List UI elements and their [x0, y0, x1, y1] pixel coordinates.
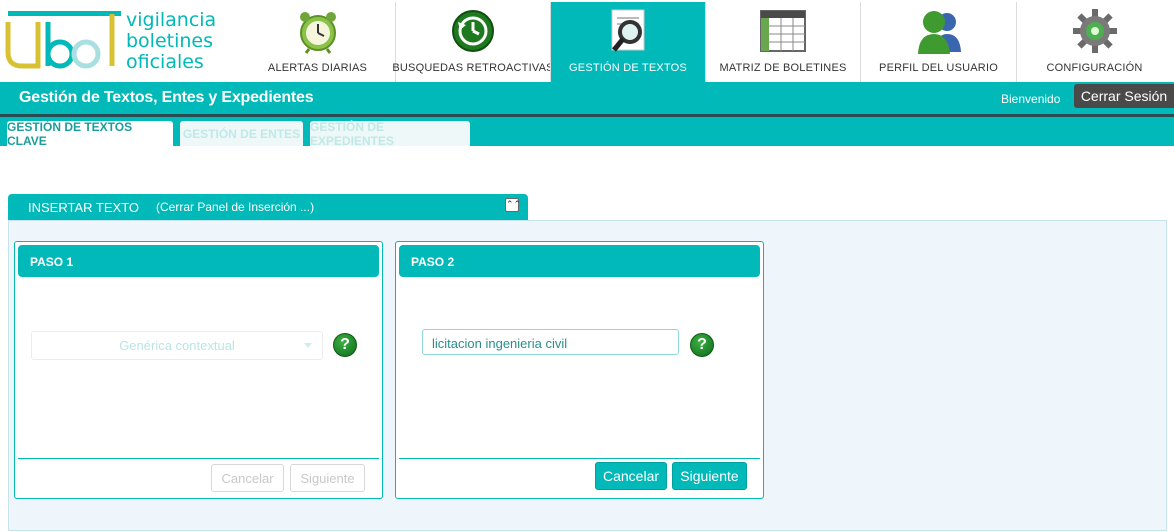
- step-2-title: PASO 2: [399, 245, 760, 277]
- logo-mark: vigilancia boletines oficiales: [5, 9, 216, 73]
- nav-busquedas-retroactivas[interactable]: BUSQUEDAS RETROACTIVAS: [392, 2, 554, 82]
- nav-label: ALERTAS DIARIAS: [267, 62, 368, 74]
- next-button[interactable]: Siguiente: [672, 462, 747, 490]
- logo-text-3: oficiales: [126, 51, 204, 73]
- divider: [18, 458, 379, 459]
- text-type-select: Genérica contextual: [31, 331, 323, 360]
- alarm-clock-icon: [299, 12, 336, 54]
- nav-label: PERFIL DEL USUARIO: [879, 62, 998, 74]
- gear-icon: [1072, 9, 1117, 53]
- users-icon: [917, 11, 961, 54]
- history-icon: [452, 10, 494, 52]
- logo-text-2: boletines: [126, 30, 213, 52]
- spreadsheet-icon: [760, 10, 806, 52]
- nav-perfil-del-usuario[interactable]: PERFIL DEL USUARIO: [860, 2, 1016, 82]
- step-1-title: PASO 1: [18, 245, 379, 277]
- section-header: Gestión de Textos, Entes y Expedientes B…: [0, 82, 1174, 114]
- logout-button[interactable]: Cerrar Sesión: [1074, 84, 1174, 108]
- divider: [399, 458, 760, 459]
- nav-gestion-de-textos[interactable]: GESTIÓN DE TEXTOS: [550, 2, 705, 82]
- document-search-icon: [611, 9, 645, 52]
- logo-text-1: vigilancia: [126, 9, 216, 31]
- top-bar: vigilancia boletines oficiales ALERTAS D…: [0, 0, 1174, 82]
- cancel-button: Cancelar: [211, 464, 284, 492]
- nav-configuracion[interactable]: CONFIGURACIÓN: [1016, 2, 1172, 82]
- next-button: Siguiente: [290, 464, 365, 492]
- tab-entes[interactable]: GESTIÓN DE ENTES: [180, 121, 303, 146]
- nav-matriz-de-boletines[interactable]: MATRIZ DE BOLETINES: [705, 2, 860, 82]
- nav-label: CONFIGURACIÓN: [1046, 62, 1143, 74]
- step-2-panel: PASO 2 licitacion ingenieria civil ? Can…: [395, 241, 764, 499]
- help-icon[interactable]: ?: [333, 333, 357, 357]
- chevron-down-icon: [304, 343, 312, 348]
- nav-label: BUSQUEDAS RETROACTIVAS: [392, 62, 554, 74]
- nav-alertas-diarias[interactable]: ALERTAS DIARIAS: [240, 2, 395, 82]
- tab-expedientes[interactable]: GESTIÓN DE EXPEDIENTES: [310, 120, 470, 148]
- select-value: Genérica contextual: [119, 338, 235, 353]
- insert-panel-header: INSERTAR TEXTO (Cerrar Panel de Inserció…: [8, 194, 528, 220]
- page-title: Gestión de Textos, Entes y Expedientes: [19, 89, 314, 106]
- help-icon[interactable]: ?: [690, 333, 714, 357]
- tab-bar: GESTIÓN DE TEXTOS CLAVE GESTIÓN DE ENTES…: [0, 117, 1174, 148]
- double-chevron-up-icon[interactable]: ⌃⌃: [505, 198, 521, 212]
- cancel-button[interactable]: Cancelar: [595, 462, 667, 490]
- logo[interactable]: vigilancia boletines oficiales: [0, 0, 240, 82]
- insert-panel-title: INSERTAR TEXTO: [28, 200, 140, 215]
- nav-label: MATRIZ DE BOLETINES: [719, 62, 847, 74]
- main-nav: ALERTAS DIARIAS BUSQUEDAS RETROACTIVAS G…: [240, 2, 1172, 82]
- tab-textos-clave[interactable]: GESTIÓN DE TEXTOS CLAVE: [7, 120, 173, 148]
- welcome-text: Bienvenido: [1001, 92, 1061, 106]
- close-panel-link[interactable]: (Cerrar Panel de Inserción ...): [156, 200, 314, 214]
- step-1-panel: PASO 1 Genérica contextual ? Cancelar Si…: [14, 241, 383, 499]
- nav-label: GESTIÓN DE TEXTOS: [569, 62, 687, 74]
- text-input[interactable]: licitacion ingenieria civil: [422, 329, 679, 355]
